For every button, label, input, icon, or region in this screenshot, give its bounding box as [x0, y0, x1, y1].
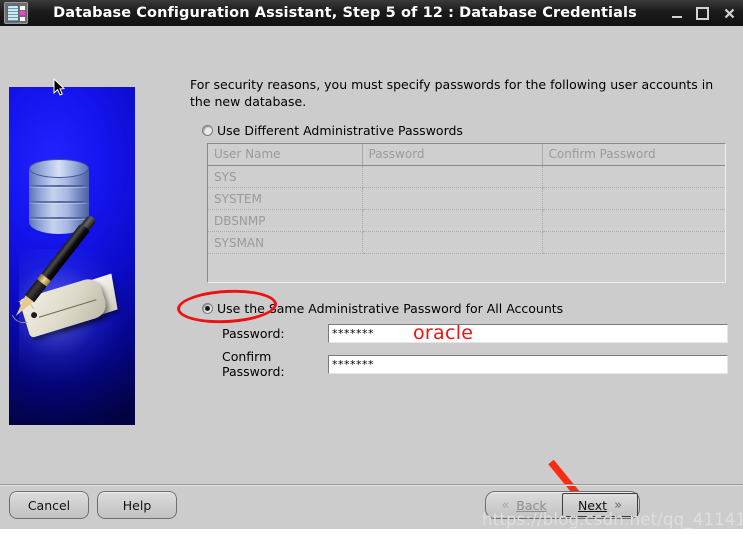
footer-separator	[0, 484, 743, 486]
cylinder-top	[29, 159, 89, 178]
confirm-password-input[interactable]: *******	[328, 354, 728, 374]
confirm-password-label: Confirm Password:	[222, 349, 285, 379]
maximize-icon[interactable]	[696, 6, 709, 20]
database-app-icon	[4, 2, 28, 24]
table-row[interactable]: DBSNMP	[208, 209, 725, 232]
password-input[interactable]: *******	[328, 324, 728, 343]
radio-use-same-password[interactable]: Use the Same Administrative Password for…	[202, 301, 563, 316]
cell-confirm-password[interactable]	[542, 231, 725, 254]
password-label: Password:	[222, 326, 285, 341]
cylinder-band	[29, 217, 89, 219]
cell-user-name[interactable]: SYS	[208, 165, 363, 188]
cell-confirm-password[interactable]	[542, 165, 725, 188]
radio-indicator-same[interactable]	[202, 303, 213, 314]
window-title: Database Configuration Assistant, Step 5…	[53, 5, 637, 21]
column-header-password[interactable]: Password	[362, 144, 543, 166]
cancel-button[interactable]: Cancel	[9, 491, 89, 519]
cell-confirm-password[interactable]	[542, 209, 725, 232]
cell-user-name[interactable]: SYSTEM	[208, 187, 363, 210]
close-icon[interactable]	[723, 7, 735, 19]
database-glyph	[7, 4, 19, 22]
cell-password[interactable]	[362, 165, 543, 188]
bottom-strip	[0, 529, 743, 535]
credentials-grid: User Name Password Confirm Password SYS	[208, 144, 725, 254]
window-controls	[672, 6, 735, 20]
cursor-arrow-icon	[53, 77, 66, 96]
cell-password[interactable]	[362, 187, 543, 210]
tag-line	[38, 299, 97, 318]
help-button[interactable]: Help	[97, 491, 177, 519]
title-bar: Database Configuration Assistant, Step 5…	[0, 0, 743, 27]
table-row[interactable]: SYSMAN	[208, 231, 725, 254]
column-header-user-name[interactable]: User Name	[208, 144, 363, 166]
client-area: For security reasons, you must specify p…	[0, 26, 743, 535]
table-row[interactable]: SYSTEM	[208, 187, 725, 210]
confirm-password-field-row: Confirm Password: *******	[202, 349, 728, 379]
watermark-text: https://blog.csdn.net/qq_41141058	[482, 510, 743, 529]
radio-use-different-passwords[interactable]: Use Different Administrative Passwords	[202, 123, 463, 138]
cell-password[interactable]	[362, 231, 543, 254]
icon-dots	[20, 5, 25, 21]
cylinder-band	[29, 185, 89, 187]
minimize-icon[interactable]	[672, 8, 682, 18]
table-header-row: User Name Password Confirm Password	[208, 144, 725, 166]
sidebar-illustration	[9, 87, 135, 425]
radio-label-same: Use the Same Administrative Password for…	[217, 301, 564, 316]
cylinder-band	[29, 201, 89, 203]
radio-label-different: Use Different Administrative Passwords	[217, 123, 463, 138]
table-row[interactable]: SYS	[208, 165, 725, 188]
cell-confirm-password[interactable]	[542, 187, 725, 210]
radio-indicator-different[interactable]	[202, 125, 213, 136]
cell-password[interactable]	[362, 209, 543, 232]
intro-text: For security reasons, you must specify p…	[190, 77, 714, 109]
credentials-table: User Name Password Confirm Password SYS	[207, 143, 726, 283]
cell-user-name[interactable]: DBSNMP	[208, 209, 363, 232]
dbca-window: Database Configuration Assistant, Step 5…	[0, 0, 743, 535]
column-header-confirm-password[interactable]: Confirm Password	[542, 144, 725, 166]
mouse-cursor-icon	[53, 77, 66, 97]
cell-user-name[interactable]: SYSMAN	[208, 231, 363, 254]
annotation-password-note: oracle	[413, 322, 474, 344]
close-x-icon	[724, 8, 734, 18]
